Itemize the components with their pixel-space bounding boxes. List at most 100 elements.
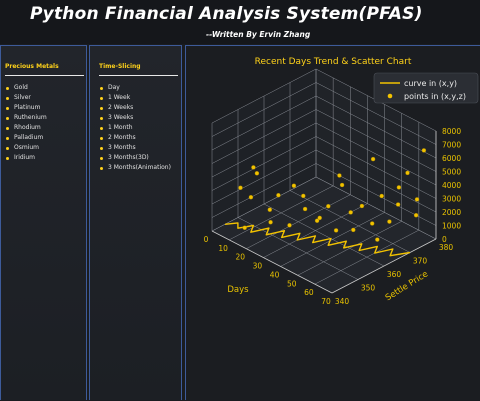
bullet-icon (100, 97, 103, 100)
time-item-day[interactable]: Day (99, 83, 171, 93)
list-item-label: Silver (14, 94, 31, 101)
time-item-3-weeks[interactable]: 3 Weeks (99, 113, 171, 123)
metal-item-rhodium[interactable]: Rhodium (5, 123, 47, 133)
x-tick-label: 10 (218, 244, 228, 253)
scatter-point (413, 212, 419, 218)
list-item-label: 3 Weeks (108, 114, 134, 121)
metal-item-osmium[interactable]: Osmium (5, 143, 47, 153)
time-item-2-months[interactable]: 2 Months (99, 133, 171, 143)
scatter-point (339, 182, 345, 188)
time-slicing-panel: Time-Slicing Day 1 Week 2 Weeks 3 Weeks 1 Mo… (89, 45, 182, 400)
x-tick-label: 0 (204, 235, 209, 244)
bullet-icon (100, 137, 103, 140)
bullet-icon (100, 107, 103, 110)
metal-item-ruthenium[interactable]: Ruthenium (5, 113, 47, 123)
scatter-point (268, 219, 273, 225)
y-tick-label: 340 (335, 297, 350, 306)
list-item-label: Gold (14, 84, 28, 91)
scatter-point (291, 183, 297, 188)
list-item-label: Palladium (14, 134, 44, 141)
metal-item-iridium[interactable]: Iridium (5, 153, 47, 163)
header-bar: Python Financial Analysis System(PFAS) -… (0, 0, 480, 44)
z-tick-label: 2000 (442, 208, 461, 217)
scatter-point (421, 148, 427, 153)
legend-points-label: points in (x,y,z) (404, 92, 466, 101)
scatter-point (301, 193, 306, 199)
panel-divider (5, 75, 84, 76)
bullet-icon (6, 137, 9, 140)
z-tick-label: 3000 (442, 195, 461, 204)
x-tick-label: 50 (287, 279, 297, 288)
z-tick-label: 4000 (442, 181, 461, 190)
scatter-point (351, 227, 356, 233)
precious-metals-panel: Precious Metals Gold Silver Platinum Ruthen… (0, 45, 87, 400)
metal-item-silver[interactable]: Silver (5, 93, 47, 103)
bullet-icon (6, 127, 9, 130)
bullet-icon (100, 167, 103, 170)
y-tick-label: 380 (439, 243, 454, 252)
bullet-icon (6, 97, 9, 100)
list-item-label: 3 Months(Animation) (108, 164, 171, 171)
list-item-label: Osmium (14, 144, 40, 151)
y-tick-label: 360 (387, 270, 402, 279)
z-tick-label: 0 (442, 235, 447, 244)
x-tick-label: 30 (253, 262, 263, 271)
scatter-point (359, 203, 365, 209)
bullet-icon (6, 157, 9, 160)
scatter-point (333, 228, 339, 233)
3d-scatter-chart[interactable]: 010203040506070 3403503603703800100020003… (186, 46, 480, 401)
bullet-icon (100, 147, 103, 150)
scatter-point (317, 215, 322, 221)
x-axis-label: Days (227, 285, 249, 295)
scatter-point (375, 237, 380, 242)
scatter-point (267, 207, 273, 212)
precious-metals-list: Gold Silver Platinum Ruthenium Rhodium Pallad… (5, 83, 47, 163)
z-tick-label: 7000 (442, 141, 461, 150)
app-title: Python Financial Analysis System(PFAS) (30, 4, 423, 24)
x-tick-label: 20 (236, 253, 246, 262)
list-item-label: Day (108, 84, 120, 91)
time-item-2-weeks[interactable]: 2 Weeks (99, 103, 171, 113)
scatter-point (248, 194, 254, 200)
chart-panel: 0 10 20 30 40 50 60 70 340 350 360 370 380 0 1000 2000 3… (185, 45, 480, 400)
scatter-point (337, 173, 342, 178)
bullet-icon (100, 127, 103, 130)
scatter-point (414, 197, 420, 202)
y-tick-label: 370 (413, 257, 428, 266)
x-tick-label: 70 (321, 297, 331, 306)
z-tick-label: 8000 (442, 127, 461, 136)
panel-divider (99, 75, 178, 76)
bullet-icon (100, 87, 103, 90)
metal-item-palladium[interactable]: Palladium (5, 133, 47, 143)
chart-title: Recent Days Trend & Scatter Chart (255, 57, 412, 67)
metal-item-platinum[interactable]: Platinum (5, 103, 47, 113)
list-item-label: 2 Weeks (108, 104, 134, 111)
scatter-point (379, 193, 384, 199)
metal-item-gold[interactable]: Gold (5, 83, 47, 93)
time-slicing-title: Time-Slicing (99, 63, 141, 70)
bullet-icon (100, 117, 103, 120)
z-tick-label: 1000 (442, 222, 461, 231)
bullet-icon (6, 117, 9, 120)
list-item-label: Rhodium (14, 124, 41, 131)
list-item-label: Ruthenium (14, 114, 47, 121)
list-item-label: Platinum (14, 104, 41, 111)
bullet-icon (6, 87, 9, 90)
scatter-point (370, 156, 376, 162)
list-item-label: 3 Months (108, 144, 136, 151)
scatter-point (369, 221, 375, 226)
time-item-1-week[interactable]: 1 Week (99, 93, 171, 103)
list-item-label: 1 Month (108, 124, 133, 131)
scatter-point (326, 203, 331, 209)
legend-curve-label: curve in (x,y) (404, 79, 457, 88)
scatter-point (302, 206, 308, 212)
bullet-icon (6, 147, 9, 150)
legend-points-swatch (387, 93, 393, 99)
time-slicing-list: Day 1 Week 2 Weeks 3 Weeks 1 Month 2 Months 3 … (99, 83, 171, 173)
time-item-3-months[interactable]: 3 Months (99, 143, 171, 153)
time-item-3-months-3d[interactable]: 3 Months(3D) (99, 153, 171, 163)
time-item-3-months-animation[interactable]: 3 Months(Animation) (99, 163, 171, 173)
scatter-point (348, 210, 353, 215)
bullet-icon (100, 157, 103, 160)
time-item-1-month[interactable]: 1 Month (99, 123, 171, 133)
